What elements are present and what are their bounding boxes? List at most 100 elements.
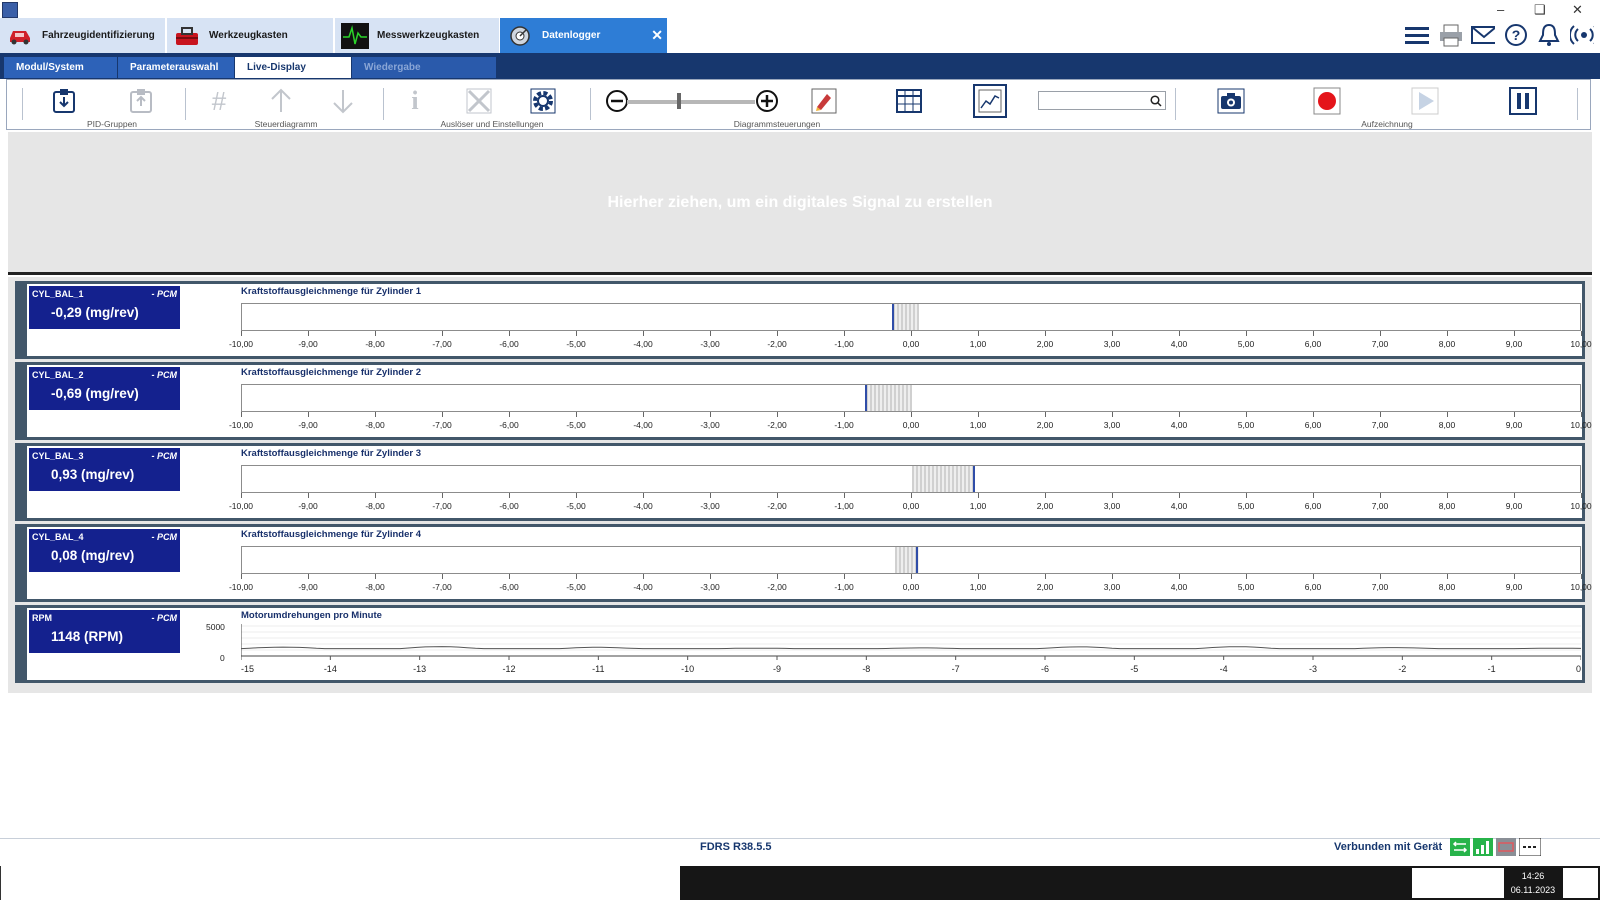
scale-label: 5,00	[1237, 339, 1255, 349]
arrow-up-icon[interactable]	[266, 86, 296, 116]
parameter-module: - PCM	[151, 289, 178, 299]
scale-tick	[442, 331, 443, 336]
tab-label: Datenlogger	[542, 30, 601, 41]
x-axis-label: -10	[681, 664, 694, 674]
scale-label: -10,00	[228, 339, 254, 349]
tab-vehicle-identification[interactable]: Fahrzeugidentifizierung	[0, 18, 165, 53]
tab-datalogger[interactable]: Datenlogger ✕	[500, 18, 667, 53]
scale-tick	[1581, 412, 1582, 417]
record-icon[interactable]	[1312, 86, 1342, 116]
tab-module-system[interactable]: Modul/System	[4, 57, 117, 78]
arrow-down-icon[interactable]	[328, 86, 358, 116]
scale-label: -3,00	[700, 501, 720, 511]
zoom-in-icon[interactable]	[752, 86, 782, 116]
parameter-value: -0,29 (mg/rev)	[51, 305, 139, 320]
scale-label: 8,00	[1438, 420, 1456, 430]
close-tab-icon[interactable]: ✕	[651, 27, 663, 44]
scale-label: -6,00	[499, 582, 519, 592]
value-history	[865, 385, 912, 411]
scale-tick	[1380, 574, 1381, 579]
show-desktop-area[interactable]	[1563, 868, 1598, 898]
scale-tick	[978, 412, 979, 417]
help-icon[interactable]: ?	[1504, 22, 1528, 48]
scale-label: -1,00	[834, 420, 854, 430]
settings-gear-icon[interactable]	[528, 86, 558, 116]
zoom-slider-thumb[interactable]	[677, 93, 681, 109]
value-needle	[891, 304, 894, 330]
scale-label: 0,00	[902, 582, 920, 592]
info-icon[interactable]: i	[400, 86, 430, 116]
scale-label: 0,00	[902, 420, 920, 430]
scale-tick	[1045, 331, 1046, 336]
scale-label: 0,00	[902, 501, 920, 511]
parameter-panel: CYL_BAL_2 - PCM -0,69 (mg/rev) Kraftstoffau…	[27, 365, 1592, 437]
pause-icon[interactable]	[1508, 86, 1538, 116]
scale-tick	[1045, 412, 1046, 417]
scale-label: 4,00	[1170, 339, 1188, 349]
scale-tick	[375, 493, 376, 498]
clock[interactable]: 14:26 06.11.2023	[1504, 869, 1562, 897]
close-window-icon[interactable]: ✕	[1572, 2, 1583, 18]
scale-label: 6,00	[1304, 501, 1322, 511]
parameter-badge[interactable]: CYL_BAL_3 - PCM 0,93 (mg/rev)	[29, 448, 180, 491]
tab-measurement-toolbox[interactable]: Messwerkzeugkasten	[335, 18, 499, 53]
parameter-row[interactable]: CYL_BAL_4 - PCM 0,08 (mg/rev) Kraftstoffaus…	[15, 524, 1592, 602]
parameter-row[interactable]: CYL_BAL_2 - PCM -0,69 (mg/rev) Kraftstoffau…	[15, 362, 1592, 440]
scale-tick	[1179, 331, 1180, 336]
scale-label: 10,00	[1570, 501, 1592, 511]
save-pid-group-button[interactable]	[49, 86, 79, 116]
wireless-icon[interactable]	[1570, 22, 1594, 48]
parameter-row[interactable]: CYL_BAL_1 - PCM -0,29 (mg/rev) Kraftstoffau…	[15, 281, 1592, 359]
tab-toolbox[interactable]: Werkzeugkasten	[167, 18, 333, 53]
tab-parameter-selection[interactable]: Parameterauswahl	[118, 57, 234, 78]
scale-label: 3,00	[1103, 339, 1121, 349]
scale-tick	[1112, 574, 1113, 579]
menu-icon[interactable]	[1405, 22, 1429, 48]
parameter-row-rpm[interactable]: RPM - PCM 1148 (RPM) Motorumdrehungen pro M…	[15, 605, 1585, 683]
scale-tick	[308, 412, 309, 417]
parameter-row[interactable]: CYL_BAL_3 - PCM 0,93 (mg/rev) Kraftstoffaus…	[15, 443, 1592, 521]
connection-status: Verbunden mit Gerät	[1334, 841, 1443, 853]
scale-label: 1,00	[969, 339, 987, 349]
scale-tick	[1581, 331, 1582, 336]
car-icon	[6, 23, 34, 49]
minimize-icon[interactable]: –	[1497, 2, 1504, 17]
clear-chart-icon[interactable]	[809, 86, 839, 116]
restore-icon[interactable]: ❑	[1534, 2, 1546, 18]
play-icon[interactable]	[1410, 86, 1440, 116]
parameter-badge[interactable]: CYL_BAL_4 - PCM 0,08 (mg/rev)	[29, 529, 180, 572]
parameter-name: CYL_BAL_2	[32, 370, 84, 380]
scale-label: -6,00	[499, 420, 519, 430]
search-input[interactable]	[1038, 91, 1166, 110]
scale-label: -7,00	[432, 420, 452, 430]
scale-tick	[710, 574, 711, 579]
camera-icon[interactable]	[1216, 86, 1246, 116]
parameter-badge[interactable]: CYL_BAL_2 - PCM -0,69 (mg/rev)	[29, 367, 180, 410]
parameter-module: - PCM	[151, 370, 178, 380]
printer-icon[interactable]	[1438, 22, 1462, 48]
scale-tick	[1045, 493, 1046, 498]
parameter-badge[interactable]: CYL_BAL_1 - PCM -0,29 (mg/rev)	[29, 286, 180, 329]
hash-icon[interactable]: #	[204, 86, 234, 116]
load-pid-group-button[interactable]	[126, 86, 156, 116]
scale-tick	[1246, 412, 1247, 417]
bell-icon[interactable]	[1537, 22, 1561, 48]
scale-tick	[576, 574, 577, 579]
scale-label: 8,00	[1438, 501, 1456, 511]
scale-tick	[1514, 331, 1515, 336]
scale-label: 4,00	[1170, 582, 1188, 592]
x-axis-label: -5	[1130, 664, 1138, 674]
tab-live-display[interactable]: Live-Display	[235, 57, 351, 78]
group-label-record: Aufzeichnung	[1361, 119, 1413, 129]
scale-tick	[308, 574, 309, 579]
digital-signal-dropzone[interactable]: Hierher ziehen, um ein digitales Signal …	[8, 132, 1592, 272]
cursor-cross-icon[interactable]	[464, 86, 494, 116]
graph-view-icon[interactable]	[973, 84, 1007, 118]
scale-label: -5,00	[566, 420, 586, 430]
scale-tick	[1380, 493, 1381, 498]
mail-icon[interactable]	[1471, 22, 1495, 48]
zoom-slider-track[interactable]	[627, 100, 755, 104]
scale-label: -1,00	[834, 339, 854, 349]
parameter-badge[interactable]: RPM - PCM 1148 (RPM)	[29, 610, 180, 653]
table-view-icon[interactable]	[894, 86, 924, 116]
